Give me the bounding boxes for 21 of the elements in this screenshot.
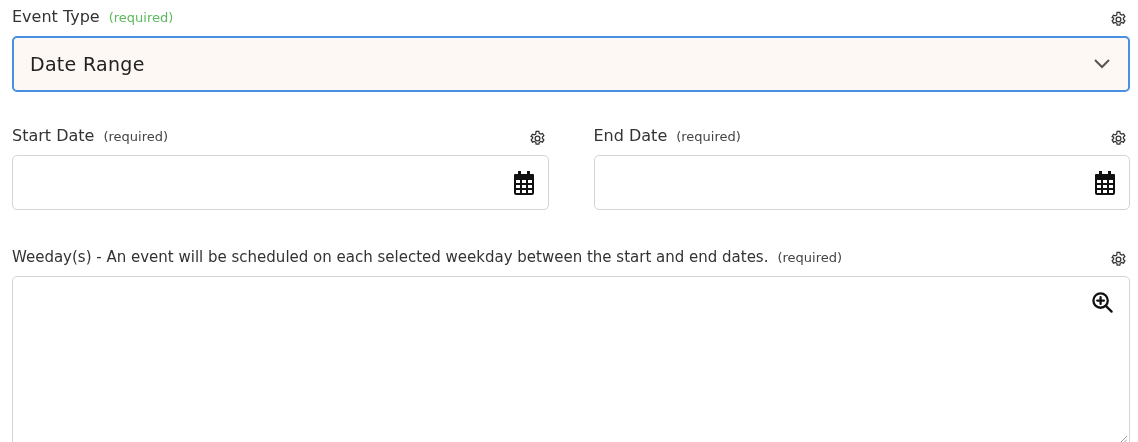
required-note: (required) [103, 128, 169, 146]
field-label: Event Type [12, 6, 100, 28]
field-label: Weeday(s) - An event will be scheduled on each selected weekday between the start and end dates. [12, 247, 769, 268]
settings-icon[interactable] [527, 129, 547, 148]
required-note: (required) [777, 249, 843, 267]
settings-icon[interactable] [1109, 10, 1128, 29]
required-note: (required) [676, 128, 741, 146]
weekday-field[interactable] [12, 275, 1130, 442]
required-note: (required) [108, 9, 174, 27]
chevron-down-icon [1094, 59, 1110, 69]
event-type-select[interactable]: Date Range [12, 36, 1130, 92]
calendar-icon[interactable] [1094, 170, 1116, 195]
field-label: End Date [593, 125, 668, 147]
settings-icon[interactable] [1109, 129, 1128, 148]
calendar-icon[interactable] [512, 170, 535, 195]
resize-handle-icon[interactable] [1119, 434, 1127, 442]
zoom-in-icon[interactable] [1091, 290, 1114, 314]
date-field[interactable] [12, 155, 549, 210]
field-label: Start Date [12, 125, 95, 147]
settings-icon[interactable] [1109, 249, 1128, 269]
date-field[interactable] [593, 155, 1130, 210]
